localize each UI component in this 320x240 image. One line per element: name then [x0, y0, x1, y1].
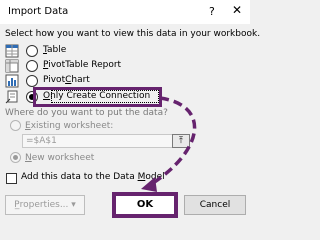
- table-label: Table: [43, 45, 67, 55]
- table-icon: [5, 44, 19, 58]
- pivotchart-icon: [5, 74, 19, 88]
- location-prompt: Where do you want to put the data?: [5, 108, 168, 118]
- pivotchart-radio[interactable]: [26, 75, 38, 87]
- title-bar: Import Data ? ✕: [0, 0, 250, 24]
- pivotchart-label: PivotChart: [43, 75, 90, 85]
- table-radio[interactable]: [26, 45, 38, 57]
- dialog-title: Import Data: [8, 6, 69, 17]
- pivottable-label: PivotTable Report: [43, 60, 122, 70]
- focus-rectangle: [51, 90, 159, 103]
- pivottable-radio[interactable]: [26, 60, 38, 72]
- pivottable-icon: [5, 59, 19, 73]
- connection-icon: [5, 90, 18, 104]
- import-data-dialog: Import Data ? ✕ Select how you want to v…: [0, 0, 260, 220]
- option-existing-worksheet[interactable]: Existing worksheet:: [10, 120, 113, 131]
- help-button[interactable]: ?: [209, 5, 215, 18]
- data-model-checkbox[interactable]: [6, 173, 17, 184]
- new-worksheet-radio[interactable]: [10, 152, 21, 163]
- properties-label: P̲roperties...: [14, 200, 69, 210]
- data-model-label: Add this data to the Data Model: [21, 172, 165, 182]
- option-new-worksheet[interactable]: New worksheet: [10, 152, 94, 163]
- range-picker-button[interactable]: ⤒: [172, 134, 190, 148]
- existing-worksheet-radio[interactable]: [10, 120, 21, 131]
- dropdown-arrow-icon: ▾: [71, 200, 76, 210]
- properties-button[interactable]: P̲roperties... ▾: [5, 195, 85, 215]
- view-prompt: Select how you want to view this data in…: [5, 29, 261, 39]
- close-button[interactable]: ✕: [232, 3, 242, 17]
- cancel-button[interactable]: Cancel: [184, 195, 246, 215]
- ok-button[interactable]: OK: [112, 192, 178, 218]
- cell-reference-input[interactable]: =$A$1: [22, 134, 190, 148]
